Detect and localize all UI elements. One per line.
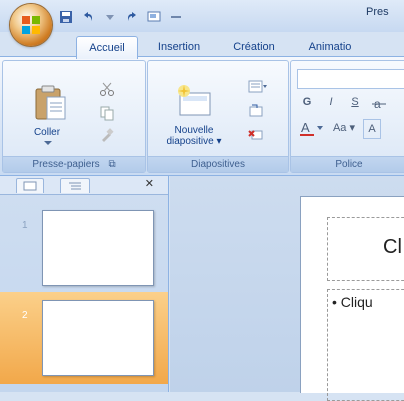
tab-creation[interactable]: Création	[224, 38, 284, 56]
slide-thumbnail[interactable]	[42, 300, 154, 376]
slide-number: 2	[22, 310, 28, 321]
chevron-down-icon[interactable]	[43, 140, 53, 146]
chevron-down-icon[interactable]	[102, 9, 118, 25]
font-group: G I S a A Aa ▾ A Police	[290, 60, 404, 173]
font-color-icon[interactable]: A	[299, 119, 325, 137]
slides-pane: ✕ 1 2	[0, 176, 169, 392]
outline-view-icon	[69, 182, 81, 190]
tab-slides[interactable]	[16, 178, 44, 193]
dialog-launcher-icon[interactable]: ⧉	[108, 159, 115, 170]
slides-view-icon	[23, 181, 37, 191]
body-placeholder[interactable]: • Cliqu	[327, 289, 404, 401]
redo-icon[interactable]	[124, 9, 140, 25]
clipboard-group-label: Presse-papiers ⧉	[3, 156, 145, 172]
format-painter-icon[interactable]	[99, 127, 115, 143]
ribbon-tabs: Accueil Insertion Création Animatio	[0, 34, 404, 59]
title-placeholder[interactable]: Cl	[327, 217, 404, 281]
copy-icon[interactable]	[99, 105, 115, 121]
tab-animations[interactable]: Animatio	[298, 38, 362, 56]
slides-group: Nouvelle diapositive ▾ Diapositives	[147, 60, 289, 173]
new-slide-label-line2: diapositive ▾	[166, 136, 222, 147]
underline-button[interactable]: S	[347, 93, 363, 111]
body-placeholder-text: • Cliqu	[332, 294, 373, 310]
tab-outline[interactable]	[60, 178, 90, 193]
slide-editor-area: Cl • Cliqu	[170, 176, 404, 401]
title-bar: Pres	[0, 0, 404, 46]
bold-button[interactable]: G	[299, 93, 315, 111]
slide-canvas[interactable]: Cl • Cliqu	[300, 196, 404, 401]
customize-qat-icon[interactable]	[168, 9, 184, 25]
font-group-label: Police	[291, 156, 404, 172]
close-icon[interactable]: ✕	[145, 177, 154, 190]
slide-thumbnail[interactable]	[42, 210, 154, 286]
slides-group-label: Diapositives	[148, 156, 288, 172]
new-slide-button[interactable]: Nouvelle diapositive ▾	[154, 125, 234, 147]
title-placeholder-text: Cl	[383, 236, 402, 258]
slide-thumbnail-row-1[interactable]: 1	[0, 204, 168, 290]
tab-insertion[interactable]: Insertion	[148, 38, 210, 56]
italic-button[interactable]: I	[323, 93, 339, 111]
paste-button[interactable]: Coller	[17, 127, 77, 138]
svg-text:A: A	[301, 120, 310, 135]
presentation-icon[interactable]	[146, 9, 162, 25]
strikethrough-icon[interactable]: a	[371, 95, 387, 111]
pane-tabs: ✕	[0, 176, 168, 195]
reset-slide-icon[interactable]	[248, 103, 264, 119]
new-slide-label-line1: Nouvelle	[174, 125, 214, 136]
new-slide-icon[interactable]	[174, 83, 214, 123]
delete-slide-icon[interactable]	[248, 127, 264, 143]
save-icon[interactable]	[58, 9, 74, 25]
office-button[interactable]	[10, 4, 52, 46]
clipboard-group-title: Presse-papiers	[32, 159, 100, 170]
change-case-button[interactable]: Aa ▾	[329, 119, 359, 137]
layout-icon[interactable]	[248, 79, 268, 95]
font-name-dropdown[interactable]	[297, 69, 404, 89]
slide-thumbnail-row-2[interactable]: 2	[0, 292, 168, 384]
clipboard-group: Coller Presse-papiers ⧉	[2, 60, 146, 173]
office-logo-icon	[22, 16, 40, 34]
ribbon: Coller Presse-papiers ⧉ Nouvelle diaposi…	[0, 56, 404, 176]
paste-icon[interactable]	[33, 83, 67, 123]
window-title: Pres	[366, 6, 389, 18]
tab-accueil[interactable]: Accueil	[76, 36, 138, 59]
slide-number: 1	[22, 220, 28, 231]
undo-icon[interactable]	[80, 9, 96, 25]
quick-access-toolbar	[58, 8, 184, 26]
cut-icon[interactable]	[99, 81, 115, 97]
clear-format-button[interactable]: A	[363, 119, 381, 139]
